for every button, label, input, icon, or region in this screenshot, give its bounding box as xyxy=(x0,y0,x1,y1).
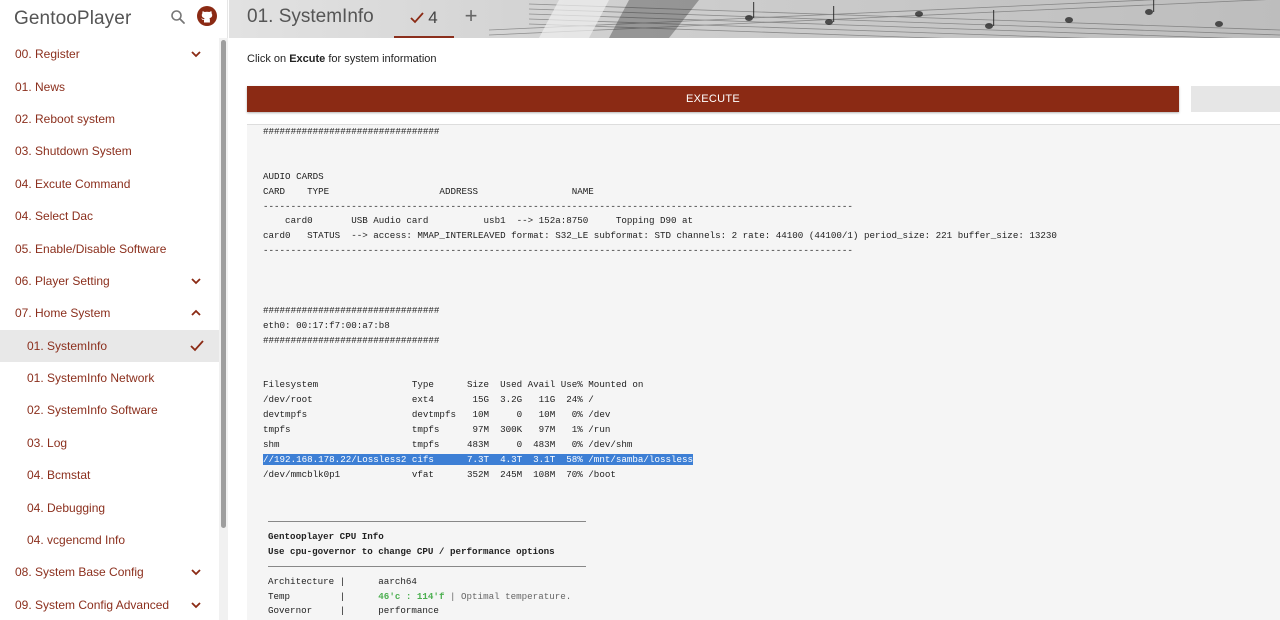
sidebar-item-systeminfo-network[interactable]: 01. SystemInfo Network xyxy=(0,362,219,394)
output-line: Filesystem Type Size Used Avail Use% Mou… xyxy=(263,379,644,391)
sidebar-item-label: 04. Excute Command xyxy=(15,176,131,191)
sidebar: GentooPlayer 00. Register 01. News 02. R… xyxy=(0,0,228,620)
sidebar-item-system-config-advanced[interactable]: 09. System Config Advanced xyxy=(0,589,219,620)
output-line: ################################ xyxy=(263,126,440,137)
sheet-music-banner xyxy=(229,0,1280,38)
add-tab-button[interactable]: + xyxy=(461,5,481,27)
sidebar-item-label: 03. Log xyxy=(27,435,68,450)
output-line: ----------------------------------------… xyxy=(263,245,853,257)
sidebar-item-label: 00. Register xyxy=(15,47,80,62)
tab-completed[interactable]: 4 xyxy=(394,0,454,38)
sidebar-item-label: 04. vcgencmd Info xyxy=(27,533,126,548)
output-line: tmpfs tmpfs 97M 300K 97M 1% /run xyxy=(263,424,611,436)
sidebar-item-label: 04. Select Dac xyxy=(15,209,94,224)
chevron-down-icon[interactable] xyxy=(190,600,202,610)
output-panel[interactable]: ################################ AUDIO C… xyxy=(247,124,1280,620)
temp-note: | Optimal temperature. xyxy=(444,590,572,602)
arch-value: aarch64 xyxy=(378,575,417,587)
secondary-button[interactable] xyxy=(1191,86,1280,112)
sidebar-item-vcgencmd-info[interactable]: 04. vcgencmd Info xyxy=(0,524,219,556)
arch-label: Architecture | xyxy=(268,575,346,587)
output-line: ################################ xyxy=(263,304,440,316)
sidebar-item-bcmstat[interactable]: 04. Bcmstat xyxy=(0,459,219,491)
output-line: shm tmpfs 483M 0 483M 0% /dev/shm xyxy=(263,439,633,451)
sidebar-menu: 00. Register 01. News 02. Reboot system … xyxy=(0,38,219,620)
output-line: AUDIO CARDS xyxy=(263,170,324,182)
sidebar-item-label: 08. System Base Config xyxy=(15,565,144,580)
sidebar-item-label: 01. News xyxy=(15,79,66,94)
tab-count: 4 xyxy=(428,8,438,27)
check-icon xyxy=(410,12,424,24)
execute-button[interactable]: EXECUTE xyxy=(247,86,1179,112)
tab-title: 01. SystemInfo xyxy=(247,6,374,27)
cpu-info: Gentooplayer CPU Info Use cpu-governor t… xyxy=(268,515,586,619)
temp-label: Temp | xyxy=(268,590,346,602)
output-line: card0 STATUS --> access: MMAP_INTERLEAVE… xyxy=(263,230,1057,242)
output-line: eth0: 00:17:f7:00:a7:b8 xyxy=(263,319,390,331)
sidebar-item-systeminfo-software[interactable]: 02. SystemInfo Software xyxy=(0,394,219,426)
main-content: Click on Excute for system information E… xyxy=(229,38,1280,620)
hint-suffix: for system information xyxy=(325,53,437,65)
sidebar-item-excute-command[interactable]: 04. Excute Command xyxy=(0,168,219,200)
app-title: GentooPlayer xyxy=(14,8,132,29)
sidebar-item-label: 02. Reboot system xyxy=(15,111,116,126)
chevron-down-icon[interactable] xyxy=(190,49,202,59)
output-line: ----------------------------------------… xyxy=(263,200,853,212)
sidebar-item-label: 01. SystemInfo Network xyxy=(27,371,155,386)
github-icon[interactable] xyxy=(197,6,217,26)
hint-prefix: Click on xyxy=(247,53,290,65)
sidebar-item-label: 04. Bcmstat xyxy=(27,468,91,483)
selected-output-line: //192.168.178.22/Lossless2 cifs 7.3T 4.3… xyxy=(263,453,694,465)
instruction-text: Click on Excute for system information xyxy=(247,53,437,65)
sidebar-item-enable-disable-software[interactable]: 05. Enable/Disable Software xyxy=(0,232,219,264)
sidebar-item-systeminfo[interactable]: 01. SystemInfo xyxy=(0,329,219,362)
top-header: 01. SystemInfo 4 + xyxy=(229,0,1280,38)
temp-value: 46'c : 114'f xyxy=(378,590,445,602)
divider xyxy=(268,521,586,523)
chevron-down-icon[interactable] xyxy=(190,567,202,577)
divider xyxy=(268,565,586,567)
output-line: /dev/root ext4 15G 3.2G 11G 24% / xyxy=(263,394,594,406)
output-line: ################################ xyxy=(263,334,440,346)
sidebar-item-system-base-config[interactable]: 08. System Base Config xyxy=(0,556,219,588)
sidebar-scrollbar-thumb[interactable] xyxy=(221,40,226,528)
cpu-subtitle: Use cpu-governor to change CPU / perform… xyxy=(268,545,555,557)
check-icon xyxy=(190,339,204,351)
sidebar-item-label: 01. SystemInfo xyxy=(27,338,108,353)
search-icon[interactable] xyxy=(170,9,186,25)
governor-label: Governor | xyxy=(268,605,346,617)
hint-bold: Excute xyxy=(289,53,326,65)
sidebar-item-home-system[interactable]: 07. Home System xyxy=(0,297,219,329)
sidebar-item-reboot-system[interactable]: 02. Reboot system xyxy=(0,103,219,135)
output-line: devtmpfs devtmpfs 10M 0 10M 0% /dev xyxy=(263,409,611,421)
governor-value: performance xyxy=(378,605,439,617)
sidebar-item-shutdown-system[interactable]: 03. Shutdown System xyxy=(0,135,219,167)
sidebar-header: GentooPlayer xyxy=(0,0,227,38)
sidebar-item-label: 02. SystemInfo Software xyxy=(27,403,158,418)
sidebar-item-label: 05. Enable/Disable Software xyxy=(15,241,167,256)
sidebar-item-player-setting[interactable]: 06. Player Setting xyxy=(0,265,219,297)
sidebar-item-label: 03. Shutdown System xyxy=(15,144,132,159)
output-line: /dev/mmcblk0p1 vfat 352M 245M 108M 70% /… xyxy=(263,468,616,480)
chevron-down-icon[interactable] xyxy=(190,276,202,286)
output-line: card0 USB Audio card usb1 --> 152a:8750 … xyxy=(263,215,694,227)
sidebar-item-log[interactable]: 03. Log xyxy=(0,427,219,459)
sidebar-item-debugging[interactable]: 04. Debugging xyxy=(0,491,219,523)
sidebar-item-label: 06. Player Setting xyxy=(15,273,110,288)
system-output: ################################ AUDIO C… xyxy=(263,125,1057,483)
output-line: CARD TYPE ADDRESS NAME xyxy=(263,185,594,197)
sidebar-item-label: 07. Home System xyxy=(15,306,111,321)
sidebar-item-label: 04. Debugging xyxy=(27,500,106,515)
sidebar-item-select-dac[interactable]: 04. Select Dac xyxy=(0,200,219,232)
sidebar-item-news[interactable]: 01. News xyxy=(0,70,219,102)
sidebar-item-label: 09. System Config Advanced xyxy=(15,597,170,612)
chevron-up-icon[interactable] xyxy=(190,308,202,318)
sidebar-item-register[interactable]: 00. Register xyxy=(0,38,219,70)
cpu-title: Gentooplayer CPU Info xyxy=(268,530,384,542)
